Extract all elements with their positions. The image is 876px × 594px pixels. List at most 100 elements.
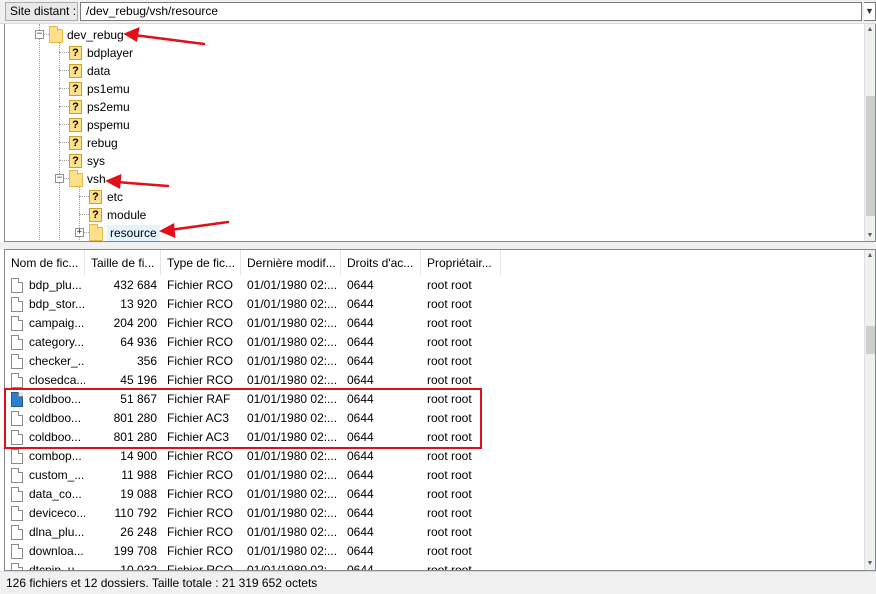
file-size-cell: 19 088 <box>120 487 157 501</box>
file-row[interactable]: dtcpip_u... 10 032 Fichier RCO 01/01/1980 0… <box>5 561 865 571</box>
file-row[interactable]: downloa... 199 708 Fichier RCO 01/01/1980 0… <box>5 542 865 561</box>
file-name-cell: deviceco... <box>29 506 85 520</box>
tree-node-etc[interactable]: etc <box>107 189 123 205</box>
scroll-up-arrow-icon[interactable]: ▲ <box>865 250 875 262</box>
column-modified-header[interactable]: Dernière modif... <box>241 250 341 275</box>
file-name-cell: dlna_plu... <box>29 525 85 539</box>
tree-node-vsh[interactable]: vsh <box>87 171 106 187</box>
unknown-folder-icon: ? <box>69 82 82 96</box>
file-name-cell: data_co... <box>29 487 82 501</box>
file-type-cell: Fichier RCO <box>167 335 234 349</box>
file-modified-cell: 01/01/1980 02:... <box>247 316 338 330</box>
tree-node-ps1emu[interactable]: ps1emu <box>87 81 130 97</box>
tree-node-pspemu[interactable]: pspemu <box>87 117 130 133</box>
unknown-folder-icon: ? <box>89 208 102 222</box>
remote-path-input[interactable]: /dev_rebug/vsh/resource <box>80 2 862 21</box>
unknown-folder-icon: ? <box>69 136 82 150</box>
tree-node-sys[interactable]: sys <box>87 153 105 169</box>
tree-node-data[interactable]: data <box>87 63 110 79</box>
file-row[interactable]: bdp_stor... 13 920 Fichier RCO 01/01/1980 0… <box>5 295 865 314</box>
unknown-folder-icon: ? <box>69 64 82 78</box>
file-owner-cell: root root <box>427 278 472 292</box>
file-name-cell: combop... <box>29 449 82 463</box>
collapse-icon[interactable]: − <box>55 174 64 183</box>
column-name-header[interactable]: Nom de fic... <box>5 250 85 275</box>
file-row[interactable]: bdp_plu... 432 684 Fichier RCO 01/01/1980 0… <box>5 276 865 295</box>
folder-icon <box>89 224 103 241</box>
file-row[interactable]: deviceco... 110 792 Fichier RCO 01/01/1980 … <box>5 504 865 523</box>
file-row[interactable]: data_co... 19 088 Fichier RCO 01/01/1980 02… <box>5 485 865 504</box>
file-modified-cell: 01/01/1980 02:... <box>247 487 338 501</box>
file-row[interactable]: dlna_plu... 26 248 Fichier RCO 01/01/1980 0… <box>5 523 865 542</box>
file-type-cell: Fichier RCO <box>167 487 234 501</box>
file-owner-cell: root root <box>427 335 472 349</box>
status-bar: 126 fichiers et 12 dossiers. Taille tota… <box>0 571 876 594</box>
file-icon <box>11 468 23 483</box>
file-type-cell: Fichier RCO <box>167 563 234 571</box>
file-name-cell: custom_... <box>29 468 85 482</box>
file-modified-cell: 01/01/1980 02:... <box>247 506 338 520</box>
file-row[interactable]: category... 64 936 Fichier RCO 01/01/1980 0… <box>5 333 865 352</box>
file-name-cell: campaig... <box>29 316 85 330</box>
tree-node-resource[interactable]: resource <box>107 225 160 241</box>
file-owner-cell: root root <box>427 563 472 571</box>
unknown-folder-icon: ? <box>69 100 82 114</box>
pane-splitter[interactable] <box>0 242 876 249</box>
tree-connector <box>59 106 69 107</box>
unknown-folder-icon: ? <box>69 46 82 60</box>
file-row[interactable]: custom_... 11 988 Fichier RCO 01/01/1980 02… <box>5 466 865 485</box>
file-type-cell: Fichier RCO <box>167 354 234 368</box>
file-row[interactable]: campaig... 204 200 Fichier RCO 01/01/1980 0… <box>5 314 865 333</box>
file-type-cell: Fichier RCO <box>167 297 234 311</box>
file-modified-cell: 01/01/1980 02:... <box>247 563 338 571</box>
tree-connector <box>59 70 69 71</box>
file-perms-cell: 0644 <box>347 354 374 368</box>
tree-node-module[interactable]: module <box>107 207 146 223</box>
file-type-cell: Fichier RCO <box>167 506 234 520</box>
column-size-header[interactable]: Taille de fi... <box>85 250 161 275</box>
tree-node-dev-rebug[interactable]: dev_rebug <box>67 27 124 43</box>
file-name-cell: bdp_plu... <box>29 278 82 292</box>
file-row[interactable]: combop... 14 900 Fichier RCO 01/01/1980 02:… <box>5 447 865 466</box>
tree-scroll-thumb[interactable] <box>866 96 875 216</box>
file-type-cell: Fichier RCO <box>167 278 234 292</box>
tree-connector <box>79 214 89 215</box>
file-icon <box>11 487 23 502</box>
file-row[interactable]: checker_... 356 Fichier RCO 01/01/1980 02:.… <box>5 352 865 371</box>
scroll-down-arrow-icon[interactable]: ▼ <box>865 230 875 241</box>
file-size-cell: 26 248 <box>120 525 157 539</box>
file-type-cell: Fichier RCO <box>167 544 234 558</box>
remote-directory-tree[interactable]: ▲ ▼ − dev_rebug? bdplayer? data? ps1emu? ps2e… <box>4 24 876 242</box>
column-type-header[interactable]: Type de fic... <box>161 250 241 275</box>
path-dropdown-chevron-icon[interactable]: ▼ <box>864 2 876 21</box>
file-list-scroll-thumb[interactable] <box>866 326 875 354</box>
file-modified-cell: 01/01/1980 02:... <box>247 449 338 463</box>
file-icon <box>11 297 23 312</box>
file-modified-cell: 01/01/1980 02:... <box>247 335 338 349</box>
tree-node-rebug[interactable]: rebug <box>87 135 118 151</box>
file-list-scrollbar[interactable]: ▲ ▼ <box>864 250 875 570</box>
file-perms-cell: 0644 <box>347 468 374 482</box>
file-size-cell: 199 708 <box>113 544 157 558</box>
folder-icon <box>49 26 63 43</box>
file-perms-cell: 0644 <box>347 297 374 311</box>
column-owner-header[interactable]: Propriétair... <box>421 250 501 275</box>
file-owner-cell: root root <box>427 354 472 368</box>
file-modified-cell: 01/01/1980 02:... <box>247 544 338 558</box>
scroll-up-arrow-icon[interactable]: ▲ <box>865 24 875 36</box>
file-size-cell: 110 792 <box>114 506 158 520</box>
tree-node-ps2emu[interactable]: ps2emu <box>87 99 130 115</box>
scroll-down-arrow-icon[interactable]: ▼ <box>865 558 875 570</box>
collapse-icon[interactable]: − <box>35 30 44 39</box>
file-name-cell: checker_... <box>29 354 85 368</box>
file-list-header: Nom de fic... Taille de fi... Type de fic.… <box>5 250 865 275</box>
file-owner-cell: root root <box>427 449 472 463</box>
tree-scrollbar[interactable]: ▲ ▼ <box>864 24 875 241</box>
tree-connector <box>79 196 89 197</box>
file-type-cell: Fichier RCO <box>167 316 234 330</box>
annotation-highlight-box <box>4 388 482 449</box>
column-permissions-header[interactable]: Droits d'ac... <box>341 250 421 275</box>
file-size-cell: 10 032 <box>120 563 157 571</box>
expand-icon[interactable]: + <box>75 228 84 237</box>
tree-node-bdplayer[interactable]: bdplayer <box>87 45 133 61</box>
